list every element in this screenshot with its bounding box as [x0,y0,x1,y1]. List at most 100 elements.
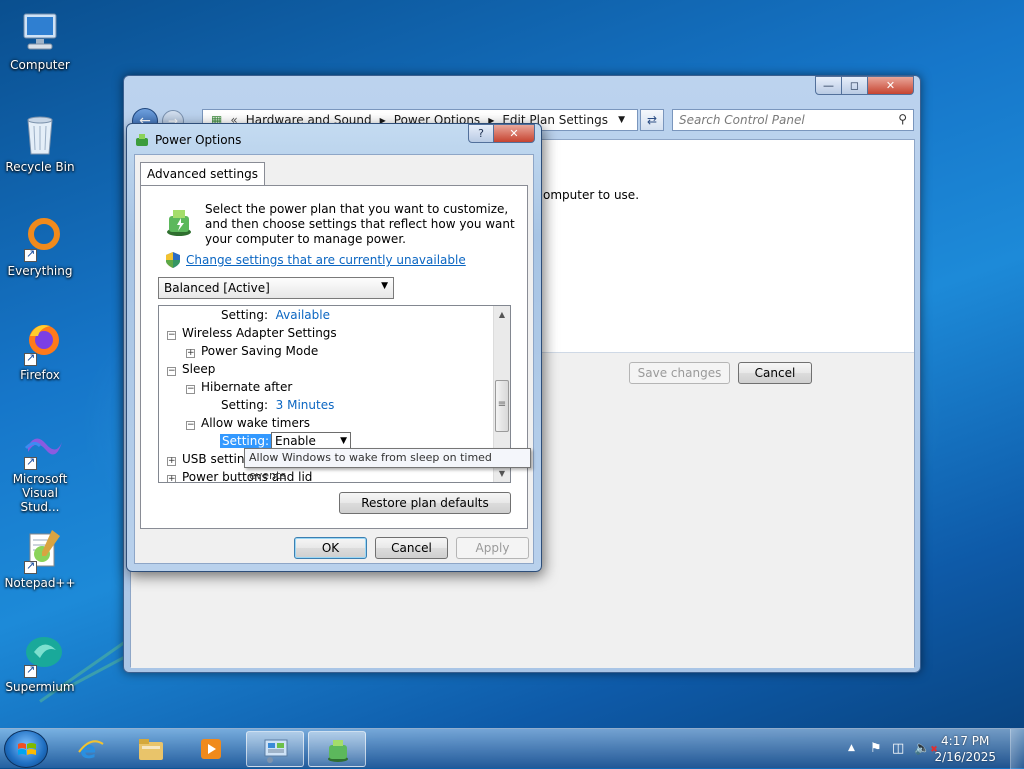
everything-icon [16,214,64,262]
desktop-icon-supermium[interactable]: Supermium [4,630,76,694]
shortcut-arrow-icon [24,455,37,470]
clock-time: 4:17 PM [941,734,990,748]
save-changes-button[interactable]: Save changes [629,362,730,384]
desktop-icon-firefox[interactable]: Firefox [4,318,76,382]
desktop-icon-label: Supermium [5,680,75,694]
search-input[interactable]: Search Control Panel ⚲ [672,109,914,131]
desktop-icon-everything[interactable]: Everything [4,214,76,278]
taskbar-control-panel[interactable] [246,731,304,767]
computer-icon [16,8,64,56]
tree-setting-row[interactable]: Setting: 3 Minutes [221,396,334,414]
setting-value: 3 Minutes [275,398,335,412]
shortcut-arrow-icon [24,663,37,678]
minimize-button[interactable]: — [815,76,842,95]
power-plan-select[interactable]: Balanced [Active] ▼ [158,277,394,299]
help-button[interactable]: ? [468,124,494,143]
dialog-client-area: Advanced settings Select the power plan … [134,154,534,564]
address-dropdown-icon[interactable]: ▼ [618,115,625,125]
desktop-icon-label: Recycle Bin [5,160,75,174]
expand-icon[interactable]: + [186,349,195,358]
desktop-icon-label: Notepad++ [4,576,76,590]
ok-button[interactable]: OK [294,537,367,559]
desktop-icon-notepad-plus-plus[interactable]: Notepad++ [4,526,76,590]
collapse-icon[interactable]: − [167,331,176,340]
system-tray: ▲ ⚑ ◫ 🔈✖ 4:17 PM 2/16/2025 [834,729,1024,769]
clock[interactable]: 4:17 PM 2/16/2025 [934,733,996,765]
dialog-close-button[interactable]: ✕ [493,124,535,143]
media-player-icon [201,739,221,759]
collapse-icon[interactable]: − [186,385,195,394]
power-options-icon [328,740,348,762]
desktop-icon-visual-studio[interactable]: Microsoft Visual Stud... [4,422,76,514]
control-panel-icon [264,739,288,763]
tab-advanced-settings[interactable]: Advanced settings [140,162,265,186]
restore-plan-defaults-button[interactable]: Restore plan defaults [339,492,511,514]
firefox-icon [16,318,64,366]
chevron-down-icon: ▼ [381,281,388,291]
power-options-dialog: Power Options ? ✕ Advanced settings Sele… [126,123,542,572]
folder-icon [139,739,163,760]
desktop-icon-recycle-bin[interactable]: Recycle Bin [4,110,76,174]
tree-item-sleep[interactable]: − Sleep [167,360,215,378]
expand-icon[interactable]: + [167,457,176,466]
shortcut-arrow-icon [24,247,37,262]
desktop-icon-label: Microsoft Visual Stud... [12,472,68,514]
desktop-icon-computer[interactable]: Computer [4,8,76,72]
visual-studio-icon [16,422,64,470]
power-options-icon [136,134,148,146]
windows-logo-icon [18,743,36,755]
search-placeholder: Search Control Panel [679,113,805,127]
tree-item-allow-wake-timers[interactable]: − Allow wake timers [186,414,310,432]
supermium-icon [16,630,64,678]
refresh-button[interactable]: ⇄ [640,109,664,131]
setting-value: Available [275,308,330,322]
show-desktop-button[interactable] [1010,729,1024,769]
collapse-icon[interactable]: − [167,367,176,376]
desktop-icon-label: Everything [7,264,73,278]
clock-date: 2/16/2025 [934,750,996,764]
notepad-plus-plus-icon [16,526,64,574]
desktop-icon-label: Firefox [20,368,60,382]
show-hidden-icons-icon[interactable]: ▲ [848,743,855,753]
collapse-icon[interactable]: − [186,421,195,430]
chevron-down-icon: ▼ [340,436,348,446]
uac-shield-icon [166,252,180,268]
shortcut-arrow-icon [24,351,37,366]
window-controls: — ◻ ✕ [815,76,914,95]
tree-item-wireless-adapter[interactable]: − Wireless Adapter Settings [167,324,337,342]
tree-setting-row[interactable]: Setting: Available [221,306,330,324]
desktop-icon-label: Computer [10,58,70,72]
shortcut-arrow-icon [24,559,37,574]
power-plan-selected-value: Balanced [Active] [164,281,270,295]
taskbar-media-player[interactable] [182,731,240,767]
close-button[interactable]: ✕ [867,76,914,95]
action-center-flag-icon[interactable]: ⚑ [870,741,882,756]
advanced-settings-panel: Select the power plan that you want to c… [140,185,528,529]
cancel-button[interactable]: Cancel [738,362,812,384]
dialog-title: Power Options [155,133,242,147]
tree-item-power-buttons-and-lid[interactable]: + Power buttons and lid [167,468,312,482]
expand-icon[interactable]: + [167,475,176,482]
start-button[interactable] [4,730,48,768]
search-icon[interactable]: ⚲ [898,112,907,126]
plan-description-text: omputer to use. [543,188,640,202]
wake-timers-tooltip: Allow Windows to wake from sleep on time… [244,448,531,482]
change-settings-link[interactable]: Change settings that are currently unava… [186,253,466,267]
taskbar-power-options[interactable] [308,731,366,767]
network-icon[interactable]: ◫ [892,741,904,756]
intro-text: Select the power plan that you want to c… [205,202,515,246]
tree-item-power-saving-mode[interactable]: + Power Saving Mode [186,342,318,360]
scroll-up-icon[interactable]: ▲ [494,306,510,323]
dialog-window-controls: ? ✕ [468,124,535,143]
recycle-bin-icon [16,110,64,158]
power-plan-icon [167,210,191,236]
taskbar-internet-explorer[interactable]: e [62,731,120,767]
dialog-cancel-button[interactable]: Cancel [375,537,448,559]
scroll-thumb[interactable]: ≡ [495,380,509,432]
taskbar: e ▲ ⚑ ◫ 🔈✖ 4:17 PM 2/16/2025 [0,728,1024,769]
tree-item-hibernate-after[interactable]: − Hibernate after [186,378,292,396]
internet-explorer-icon: e [78,736,104,762]
apply-button[interactable]: Apply [456,537,529,559]
taskbar-file-explorer[interactable] [122,731,180,767]
maximize-button[interactable]: ◻ [841,76,868,95]
